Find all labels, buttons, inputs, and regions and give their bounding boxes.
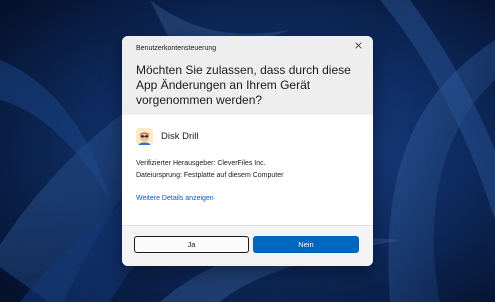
close-button[interactable] [351, 38, 365, 52]
dialog-question: Möchten Sie zulassen, dass durch diese A… [136, 63, 351, 107]
dialog-footer: Ja Nein [122, 225, 373, 266]
yes-button[interactable]: Ja [134, 236, 249, 253]
dialog-caption: Benutzerkontensteuerung [136, 45, 217, 52]
disk-drill-app-icon [136, 127, 153, 145]
uac-dialog: Benutzerkontensteuerung Möchten Sie zula… [122, 36, 373, 266]
app-info-row: Disk Drill [136, 126, 198, 146]
app-metadata: Verifizierter Herausgeber: CleverFiles I… [136, 158, 283, 182]
app-name: Disk Drill [161, 130, 199, 142]
dialog-header: Benutzerkontensteuerung Möchten Sie zula… [122, 36, 373, 115]
publisher-text: Verifizierter Herausgeber: CleverFiles I… [136, 160, 266, 167]
more-details-link[interactable]: Weitere Details anzeigen [136, 195, 214, 202]
file-origin-text: Dateiursprung: Festplatte auf diesem Com… [136, 172, 284, 179]
no-button[interactable]: Nein [253, 236, 359, 253]
close-icon [354, 41, 362, 49]
